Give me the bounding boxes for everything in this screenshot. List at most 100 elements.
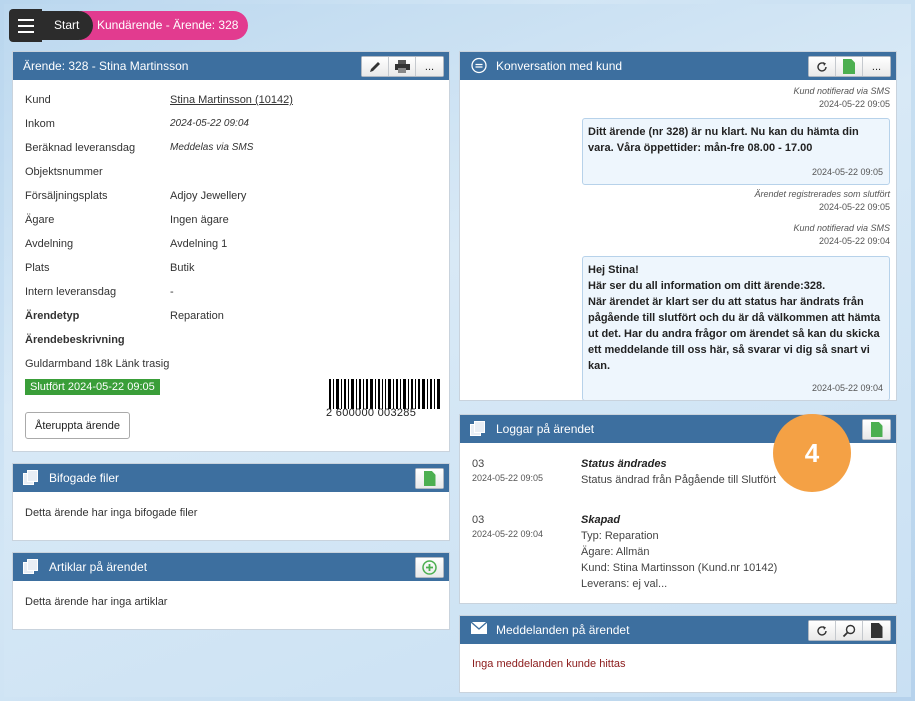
label-kund: Kund xyxy=(25,94,51,106)
log-line: Kund: Stina Martinsson (Kund.nr 10142) xyxy=(581,562,778,574)
add-article-button[interactable] xyxy=(416,558,443,577)
case-panel-header: Ärende: 328 - Stina Martinsson ... xyxy=(13,52,449,80)
message-line: ut det. Har du andra frågor om ärendet s… xyxy=(588,328,880,340)
files-empty-text: Detta ärende har inga bifogade filer xyxy=(25,507,198,519)
message-bubble: Ditt ärende (nr 328) är nu klart. Nu kan… xyxy=(582,118,890,185)
refresh-button[interactable] xyxy=(809,57,836,76)
note-time: 2024-05-22 09:05 xyxy=(818,99,890,109)
plus-circle-icon xyxy=(422,560,437,575)
message-time: 2024-05-22 09:05 xyxy=(811,167,883,177)
messages-panel: Meddelanden på ärendet Inga meddelanden … xyxy=(459,615,897,693)
note-text: Kund notifierad via SMS xyxy=(793,223,890,233)
value-arendetyp: Reparation xyxy=(170,310,224,322)
conversation-panel: Konversation med kund ... Kund notifiera… xyxy=(459,51,897,401)
log-line: Typ: Reparation xyxy=(581,530,659,542)
value-agare: Ingen ägare xyxy=(170,214,229,226)
message-line: pågående till slutfört och du är då välk… xyxy=(588,312,881,324)
value-leveransdag: Meddelas via SMS xyxy=(170,142,254,153)
breadcrumb-start[interactable]: Start xyxy=(42,11,94,40)
articles-toolbar xyxy=(415,557,444,578)
articles-panel-title: Artiklar på ärendet xyxy=(49,560,148,574)
case-toolbar: ... xyxy=(361,56,444,77)
files-panel-title: Bifogade filer xyxy=(49,471,120,485)
log-number: 03 xyxy=(472,458,485,470)
search-messages-button[interactable] xyxy=(836,621,863,640)
message-bubble: Hej Stina! Här ser du all information om… xyxy=(582,256,890,400)
refresh-messages-button[interactable] xyxy=(809,621,836,640)
printer-icon xyxy=(394,60,410,73)
case-description: Guldarmband 18k Länk trasig xyxy=(25,358,170,370)
label-arendetyp: Ärendetyp xyxy=(25,310,80,322)
note-time: 2024-05-22 09:04 xyxy=(818,236,890,246)
case-details-panel: Ärende: 328 - Stina Martinsson ... Kund … xyxy=(12,51,450,452)
messages-panel-header: Meddelanden på ärendet xyxy=(460,616,896,644)
log-title: Status ändrades xyxy=(581,458,667,470)
document-icon xyxy=(870,623,883,638)
system-note: Kund notifierad via SMS 2024-05-22 09:05 xyxy=(793,85,890,111)
refresh-icon xyxy=(817,61,827,72)
value-inkom: 2024-05-22 09:04 xyxy=(170,118,249,129)
value-avdelning: Avdelning 1 xyxy=(170,238,228,250)
label-arendebeskrivning: Ärendebeskrivning xyxy=(25,334,125,346)
articles-panel-header: Artiklar på ärendet xyxy=(13,553,449,581)
barcode-number: 2 600000 003285 xyxy=(326,407,417,419)
label-intern-leveransdag: Intern leveransdag xyxy=(25,286,117,298)
message-line: Här ser du all information om ditt ärend… xyxy=(588,280,826,292)
new-file-button[interactable] xyxy=(416,469,443,488)
value-intern-leveransdag: - xyxy=(170,286,174,298)
log-date: 2024-05-22 09:05 xyxy=(472,473,544,483)
log-line: Ägare: Allmän xyxy=(581,546,650,558)
messages-toolbar xyxy=(808,620,891,641)
new-log-button[interactable] xyxy=(863,420,890,439)
breadcrumb-current: Kundärende - Ärende: 328 xyxy=(80,11,249,40)
label-forsaljningsplats: Försäljningsplats xyxy=(25,190,108,202)
conversation-toolbar: ... xyxy=(808,56,891,77)
envelope-icon xyxy=(470,621,488,639)
log-title: Skapad xyxy=(581,514,621,526)
message-time: 2024-05-22 09:04 xyxy=(811,383,883,393)
log-number: 03 xyxy=(472,514,485,526)
value-forsaljningsplats: Adjoy Jewellery xyxy=(170,190,247,202)
pencil-icon xyxy=(370,61,380,72)
system-note: Ärendet registrerades som slutfört 2024-… xyxy=(754,188,890,214)
articles-panel: Artiklar på ärendet Detta ärende har ing… xyxy=(12,552,450,630)
label-leveransdag: Beräknad leveransdag xyxy=(25,142,136,154)
note-text: Kund notifierad via SMS xyxy=(793,86,890,96)
barcode-image xyxy=(329,379,440,409)
system-note: Kund notifierad via SMS 2024-05-22 09:04 xyxy=(793,222,890,248)
label-objektsnummer: Objektsnummer xyxy=(25,166,103,178)
conversation-feed[interactable]: Kund notifierad via SMS 2024-05-22 09:05… xyxy=(460,80,896,400)
value-plats: Butik xyxy=(170,262,195,274)
message-line: kan. xyxy=(588,360,611,372)
note-time: 2024-05-22 09:05 xyxy=(818,202,890,212)
log-line: Leverans: ej val... xyxy=(581,578,668,590)
attached-files-panel: Bifogade filer Detta ärende har inga bif… xyxy=(12,463,450,541)
label-inkom: Inkom xyxy=(25,118,55,130)
conversation-more-button[interactable]: ... xyxy=(863,57,890,76)
files-panel-header: Bifogade filer xyxy=(13,464,449,492)
files-stack-icon xyxy=(23,469,41,487)
more-button[interactable]: ... xyxy=(416,57,443,76)
label-plats: Plats xyxy=(25,262,50,274)
log-date: 2024-05-22 09:04 xyxy=(472,529,544,539)
logs-stack-icon xyxy=(470,420,488,438)
print-button[interactable] xyxy=(389,57,416,76)
document-button[interactable] xyxy=(863,621,890,640)
message-line: ett meddelande till oss här, så svarar v… xyxy=(588,344,870,356)
message-line: Hej Stina! xyxy=(588,264,639,276)
new-message-button[interactable] xyxy=(836,57,863,76)
new-document-icon xyxy=(843,59,855,74)
articles-stack-icon xyxy=(23,558,41,576)
label-agare: Ägare xyxy=(25,214,55,226)
reopen-case-button[interactable]: Återuppta ärende xyxy=(25,412,131,439)
label-avdelning: Avdelning xyxy=(25,238,74,250)
note-text: Ärendet registrerades som slutfört xyxy=(754,189,890,199)
customer-link[interactable]: Stina Martinsson (10142) xyxy=(170,94,293,106)
conversation-panel-header: Konversation med kund ... xyxy=(460,52,896,80)
hamburger-menu-button[interactable] xyxy=(9,9,42,42)
files-toolbar xyxy=(415,468,444,489)
edit-button[interactable] xyxy=(362,57,389,76)
message-line: Ditt ärende (nr 328) är nu klart. Nu kan… xyxy=(588,126,859,138)
chat-bubble-icon xyxy=(470,57,488,75)
logs-toolbar xyxy=(862,419,891,440)
